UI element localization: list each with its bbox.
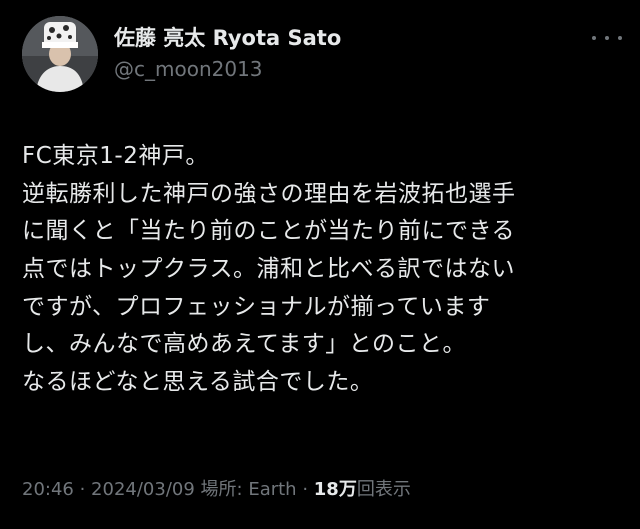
avatar[interactable] bbox=[22, 16, 98, 92]
author-display-name[interactable]: 佐藤 亮太 Ryota Sato bbox=[114, 24, 341, 52]
tweet-text-line: 点ではトップクラス。浦和と比べる訳ではない bbox=[22, 256, 516, 283]
tweet-text: FC東京1-2神戸。 逆転勝利した神戸の強さの理由を岩波拓也選手 に聞くと「当た… bbox=[22, 138, 622, 402]
tweet-time[interactable]: 20:46 bbox=[22, 479, 74, 500]
meta-separator: · bbox=[296, 479, 314, 500]
author-names: 佐藤 亮太 Ryota Sato @c_moon2013 bbox=[114, 24, 341, 84]
author-handle[interactable]: @c_moon2013 bbox=[114, 54, 341, 84]
more-options-button[interactable] bbox=[592, 30, 622, 46]
meta-separator: · bbox=[73, 479, 92, 500]
tweet-text-line: に聞くと「当たり前のことが当たり前にできる bbox=[22, 218, 516, 245]
avatar-photo bbox=[22, 16, 98, 92]
more-horizontal-icon bbox=[592, 36, 596, 40]
views-count[interactable]: 18万 bbox=[314, 479, 357, 500]
more-horizontal-icon-dot bbox=[605, 36, 609, 40]
tweet-location: 場所: Earth bbox=[200, 479, 297, 500]
tweet-text-line: FC東京1-2神戸。 bbox=[22, 143, 209, 169]
tweet-text-line: 逆転勝利した神戸の強さの理由を岩波拓也選手 bbox=[22, 180, 516, 207]
tweet-text-line: し、みんなで高めあえてます」とのこと。 bbox=[22, 331, 466, 358]
tweet-detail: 佐藤 亮太 Ryota Sato @c_moon2013 FC東京1-2神戸。 … bbox=[0, 0, 640, 529]
more-horizontal-icon-dot bbox=[618, 36, 622, 40]
views-label: 回表示 bbox=[356, 479, 411, 500]
tweet-text-line: なるほどなと思える試合でした。 bbox=[22, 369, 374, 396]
tweet-text-line: ですが、プロフェッショナルが揃っています bbox=[22, 293, 491, 320]
tweet-date[interactable]: 2024/03/09 bbox=[91, 479, 195, 500]
tweet-header: 佐藤 亮太 Ryota Sato @c_moon2013 bbox=[22, 16, 622, 96]
tweet-meta: 20:46 · 2024/03/09 場所: Earth · 18万回表示 bbox=[22, 476, 411, 504]
